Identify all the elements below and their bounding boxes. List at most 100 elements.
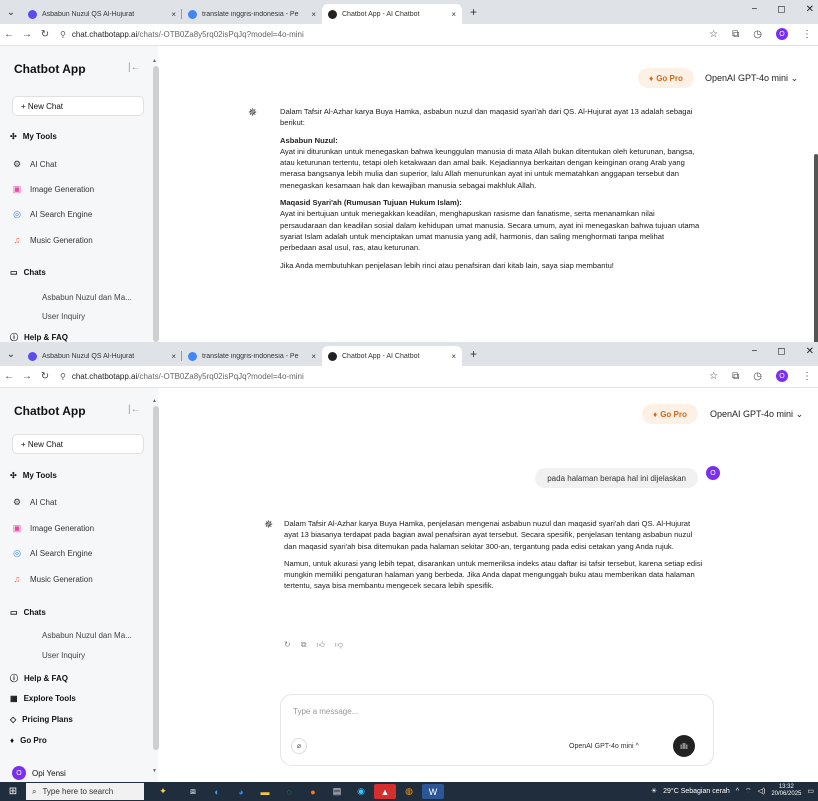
history-icon[interactable]: ◷ xyxy=(753,29,762,40)
pricing-plans-link[interactable]: ◇ Pricing Plans xyxy=(10,715,73,724)
tab-chatbot[interactable]: Chatbot App - AI Chatbot × xyxy=(322,4,462,24)
pdf-app-icon[interactable]: ▲ xyxy=(374,784,396,799)
model-selector[interactable]: OpenAI GPT-4o mini ⌄ xyxy=(705,73,798,84)
windows-start-icon[interactable]: ⊞ xyxy=(0,786,26,797)
my-tools-header[interactable]: ✣ My Tools xyxy=(10,471,57,480)
sidebar-item-music[interactable]: ♫ Music Generation xyxy=(12,574,93,584)
widget-icon[interactable]: ✦ xyxy=(152,784,174,799)
firefox-icon[interactable]: ● xyxy=(302,784,324,799)
model-selector[interactable]: OpenAI GPT-4o mini ⌄ xyxy=(710,409,803,420)
new-chat-button[interactable]: + New Chat xyxy=(12,434,144,454)
sidebar-scrollbar[interactable] xyxy=(153,406,159,750)
sidebar-scrollbar[interactable] xyxy=(153,66,159,342)
tab-search-icon[interactable]: ⌄ xyxy=(0,349,22,360)
chats-header[interactable]: ▭ Chats xyxy=(10,608,46,617)
new-chat-button[interactable]: + New Chat xyxy=(12,96,144,116)
regenerate-icon[interactable]: ↻ xyxy=(284,640,291,650)
tab-asbabun[interactable]: Asbabun Nuzul QS Al-Hujurat × xyxy=(22,4,182,24)
chrome-icon[interactable]: ◉ xyxy=(350,784,372,799)
tab-asbabun[interactable]: Asbabun Nuzul QS Al-Hujurat × xyxy=(22,346,182,366)
sidebar-item-image-generation[interactable]: ▣ Image Generation xyxy=(12,184,94,195)
word-icon[interactable]: W xyxy=(422,784,444,799)
extensions-icon[interactable]: ⧉ xyxy=(732,371,739,382)
reload-icon[interactable]: ↻ xyxy=(36,29,54,40)
task-view-icon[interactable]: ⧈ xyxy=(182,784,204,799)
volume-icon[interactable]: ◁) xyxy=(758,787,766,795)
minimize-icon[interactable]: − xyxy=(751,4,757,15)
my-tools-header[interactable]: ✣ My Tools xyxy=(10,132,57,141)
clock[interactable]: 13:32 20/06/2025 xyxy=(771,784,801,798)
site-info-icon[interactable]: ⚲ xyxy=(60,372,66,381)
close-icon[interactable]: ✕ xyxy=(806,346,814,357)
forward-icon[interactable]: → xyxy=(18,371,36,382)
tab-close-icon[interactable]: × xyxy=(171,10,176,19)
back-icon[interactable]: ← xyxy=(0,29,18,40)
sidebar-item-ai-search[interactable]: ◎ AI Search Engine xyxy=(12,209,92,220)
user-profile[interactable]: O Opi Yensi xyxy=(12,766,66,780)
explore-tools-link[interactable]: ▦ Explore Tools xyxy=(10,694,76,703)
thumbs-down-icon[interactable]: 👎︎ xyxy=(335,640,343,650)
chat-item[interactable]: Asbabun Nuzul dan Ma... xyxy=(42,631,132,640)
tab-close-icon[interactable]: × xyxy=(311,352,316,361)
collapse-sidebar-icon[interactable]: |← xyxy=(128,62,141,73)
minimize-icon[interactable]: − xyxy=(751,346,757,357)
chat-item[interactable]: User Inquiry xyxy=(42,312,85,321)
go-pro-button[interactable]: ♦ Go Pro xyxy=(638,68,694,88)
new-tab-button[interactable]: + xyxy=(470,347,477,361)
thumbs-up-icon[interactable]: 👍︎ xyxy=(316,640,324,650)
extensions-icon[interactable]: ⧉ xyxy=(732,29,739,40)
sidebar-item-image-generation[interactable]: ▣ Image Generation xyxy=(12,523,94,534)
site-info-icon[interactable]: ⚲ xyxy=(60,30,66,39)
bookmark-star-icon[interactable]: ☆ xyxy=(709,371,718,382)
tab-chatbot[interactable]: Chatbot App - AI Chatbot × xyxy=(322,346,462,366)
help-faq-link[interactable]: ⓘ Help & FAQ xyxy=(10,673,68,684)
store-icon[interactable]: ▤ xyxy=(326,784,348,799)
scroll-down-icon[interactable]: ▼ xyxy=(152,768,157,774)
forward-icon[interactable]: → xyxy=(18,29,36,40)
chat-item[interactable]: Asbabun Nuzul dan Ma... xyxy=(42,293,132,302)
scroll-up-icon[interactable]: ▲ xyxy=(152,58,157,64)
copilot-icon[interactable]: ◐ xyxy=(206,784,228,799)
tray-chevron-icon[interactable]: ^ xyxy=(736,788,739,795)
menu-icon[interactable]: ⋮ xyxy=(802,29,812,40)
tab-close-icon[interactable]: × xyxy=(311,10,316,19)
new-tab-button[interactable]: + xyxy=(470,5,477,19)
profile-avatar[interactable]: O xyxy=(776,28,788,40)
tab-close-icon[interactable]: × xyxy=(451,352,456,361)
whatsapp-icon[interactable]: ◌ xyxy=(278,784,300,799)
history-icon[interactable]: ◷ xyxy=(753,371,762,382)
sidebar-item-music[interactable]: ♫ Music Generation xyxy=(12,235,93,245)
chats-header[interactable]: ▭ Chats xyxy=(10,268,46,277)
copy-icon[interactable]: ⧉ xyxy=(301,640,307,650)
tab-search-icon[interactable]: ⌄ xyxy=(0,7,22,18)
attach-icon[interactable]: ⌀ xyxy=(291,738,307,754)
url-field[interactable]: ⚲ chat.chatbotapp.ai/chats/-OTB0Za8y5rq0… xyxy=(60,30,304,39)
network-icon[interactable]: ⌔ xyxy=(745,787,752,796)
tab-translate[interactable]: translate inggris-indonesia - Pe × xyxy=(182,4,322,24)
url-field[interactable]: ⚲ chat.chatbotapp.ai/chats/-OTB0Za8y5rq0… xyxy=(60,372,304,381)
profile-avatar[interactable]: O xyxy=(776,370,788,382)
scroll-up-icon[interactable]: ▲ xyxy=(152,398,157,404)
collapse-sidebar-icon[interactable]: |← xyxy=(128,404,141,415)
file-explorer-icon[interactable]: ▬ xyxy=(254,784,276,799)
chat-item[interactable]: User Inquiry xyxy=(42,651,85,660)
tab-close-icon[interactable]: × xyxy=(451,10,456,19)
bookmark-star-icon[interactable]: ☆ xyxy=(709,29,718,40)
sidebar-item-ai-search[interactable]: ◎ AI Search Engine xyxy=(12,548,92,559)
browser-icon[interactable]: ◍ xyxy=(398,784,420,799)
voice-icon[interactable]: ıllı xyxy=(673,735,695,757)
message-input[interactable]: Type a message... xyxy=(293,707,358,716)
menu-icon[interactable]: ⋮ xyxy=(802,371,812,382)
reload-icon[interactable]: ↻ xyxy=(36,371,54,382)
chat-scrollbar[interactable] xyxy=(814,154,818,342)
tab-close-icon[interactable]: × xyxy=(171,352,176,361)
go-pro-link[interactable]: ♦ Go Pro xyxy=(10,736,47,745)
help-faq-link[interactable]: ⓘ Help & FAQ xyxy=(10,332,68,342)
weather-text[interactable]: 29°C Sebagian cerah xyxy=(663,788,730,795)
maximize-icon[interactable]: ◻ xyxy=(777,4,785,15)
composer-model-selector[interactable]: OpenAI GPT-4o mini ^ xyxy=(569,743,639,750)
tab-translate[interactable]: translate inggris-indonesia - Pe × xyxy=(182,346,322,366)
notifications-icon[interactable]: ▭ xyxy=(807,787,814,795)
back-icon[interactable]: ← xyxy=(0,371,18,382)
close-icon[interactable]: ✕ xyxy=(806,4,814,15)
